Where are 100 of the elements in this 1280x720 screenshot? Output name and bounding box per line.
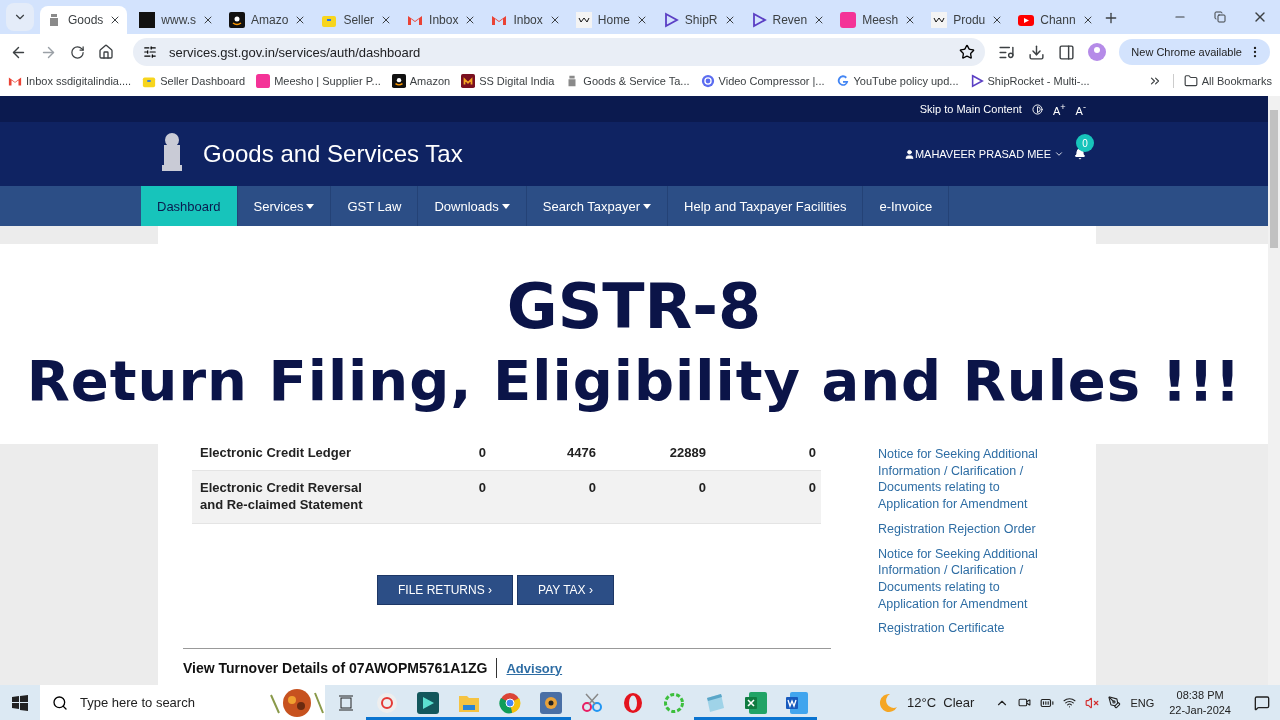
download-button[interactable] <box>1028 43 1046 61</box>
bookmark-link[interactable]: Seller Dashboard <box>142 74 246 88</box>
amazon-icon <box>391 74 406 88</box>
banner-subtitle: Return Filing, Eligibility and Rules !!! <box>26 346 1242 415</box>
reload-button[interactable] <box>70 44 85 60</box>
increase-font-link[interactable]: A$^{+}$ <box>1052 101 1066 117</box>
banner-title: GSTR-8 <box>506 270 762 345</box>
browser-tab[interactable]: Meesh <box>834 6 923 34</box>
bookmark-link[interactable]: ShipRocket - Multi-... <box>969 74 1090 88</box>
browser-tab[interactable]: Goods <box>40 6 128 34</box>
update-button[interactable]: New Chrome available <box>1119 39 1270 65</box>
wifi-icon[interactable] <box>1063 696 1077 709</box>
sync-icon <box>700 74 715 88</box>
site-settings-icon[interactable] <box>143 45 157 59</box>
turnover-heading: View Turnover Details of 07AWOPM5761A1ZG <box>183 660 488 676</box>
action-button[interactable]: FILE RETURNS › <box>377 575 514 605</box>
advisory-link[interactable]: Advisory <box>506 660 563 676</box>
action-button[interactable]: PAY TAX › <box>517 575 614 605</box>
bookmark-link[interactable]: Goods & Service Ta... <box>565 74 690 88</box>
bookmark-link[interactable]: YouTube policy upd... <box>835 74 959 88</box>
scrollbar[interactable] <box>1268 96 1280 685</box>
notice-link[interactable]: Notice for Seeking Additional Information / Clarification / Documents relating to Application for Amendment <box>878 446 1058 513</box>
logo-icon <box>575 12 592 28</box>
avatar-icon[interactable] <box>1088 43 1107 61</box>
g-icon <box>835 74 850 88</box>
browser-tab[interactable]: Inbox <box>485 6 567 34</box>
browser-tab[interactable]: Amazo <box>223 6 313 34</box>
bookmark-link[interactable]: Meesho | Supplier P... <box>256 74 381 88</box>
bookmark-link[interactable]: Inbox ssdigitalindia.... <box>8 74 132 88</box>
ledger-value: 0 <box>807 444 816 461</box>
browser-tab[interactable]: Seller <box>315 6 399 34</box>
taskbar-search-field[interactable]: Type here to search <box>40 685 325 720</box>
logo-icon <box>256 74 271 88</box>
restore-icon <box>1214 11 1226 23</box>
play-icon <box>662 12 679 28</box>
user-menu[interactable]: MAHAVEER PRASAD MEE <box>914 148 1051 160</box>
browser-tab[interactable]: www.s <box>133 6 221 34</box>
caret-icon <box>306 203 315 209</box>
amazon-icon <box>229 12 246 28</box>
app-icon <box>375 691 398 714</box>
notice-link[interactable]: Notice for Seeking Additional Information / Clarification / Documents relating to Application for Amendment <box>878 545 1058 613</box>
caret-icon <box>643 203 652 209</box>
bookmark-link[interactable]: Video Compressor |... <box>700 74 825 88</box>
decrease-font-link[interactable]: A$^{-}$ <box>1075 101 1086 117</box>
bell-icon[interactable] <box>1074 148 1086 160</box>
ledger-name: Electronic Credit Ledger <box>200 444 352 461</box>
all-bookmarks-link[interactable]: All Bookmarks <box>1172 74 1272 88</box>
address-bar[interactable]: services.gst.gov.in/services/auth/dashboard <box>133 38 986 66</box>
spreadsheet-icon <box>744 691 767 714</box>
video-editor-icon <box>416 691 439 714</box>
ledger-value: 0 <box>477 479 486 497</box>
bookmark-star-icon[interactable] <box>959 44 976 60</box>
logo-icon <box>931 12 948 28</box>
side-panel-button[interactable] <box>1058 43 1076 61</box>
browser-tab[interactable]: Inbox <box>401 6 483 34</box>
language-indicator[interactable]: ENG <box>1130 696 1155 709</box>
play-icon <box>969 74 984 88</box>
ledger-value: 0 <box>587 479 596 497</box>
notification-icon[interactable] <box>1254 694 1270 711</box>
notice-link[interactable]: Registration Certificate <box>878 620 1058 638</box>
ledger-name: Electronic Credit Reversal and Re-claimed Statement <box>200 479 364 513</box>
contrast-icon[interactable] <box>1031 103 1043 115</box>
site-title: Goods and Services Tax <box>203 140 464 168</box>
chevron-down-icon[interactable] <box>1054 149 1064 159</box>
folder-icon <box>1183 74 1198 88</box>
ring-icon <box>662 691 685 714</box>
skip-link[interactable]: Skip to Main Content <box>919 103 1022 115</box>
clock[interactable]: 08:38 PM 22-Jan-2024 <box>1169 687 1231 718</box>
notification-count: 0 <box>1076 134 1094 152</box>
browser-tab[interactable]: Reven <box>744 6 832 34</box>
search-icon <box>52 694 68 711</box>
browser-tab[interactable]: Chann <box>1012 6 1100 34</box>
browser-icon <box>498 691 521 714</box>
speaker-icon <box>539 691 562 714</box>
bookmark-link[interactable]: SS Digital India <box>461 74 555 88</box>
ledger-value: 22889 <box>668 444 706 461</box>
ledger-value: 0 <box>697 479 706 497</box>
user-icon <box>903 148 915 160</box>
opera-icon <box>622 691 643 714</box>
ledger-value: 4476 <box>566 444 596 461</box>
nav-item[interactable]: Dashboard <box>141 186 238 226</box>
volume-muted-icon[interactable] <box>1085 695 1100 710</box>
logo-icon <box>139 12 156 28</box>
play-icon <box>750 12 767 28</box>
browser-tab[interactable]: Produ <box>925 6 1010 34</box>
logo-icon <box>461 74 476 88</box>
browser-tab[interactable]: Home <box>569 6 654 34</box>
home-button[interactable] <box>98 44 114 60</box>
logo-icon <box>840 12 857 28</box>
notice-link[interactable]: Registration Rejection Order <box>878 520 1058 538</box>
browser-tab[interactable]: ShipR <box>656 6 742 34</box>
food-bowl-drawing <box>269 686 325 719</box>
pen-icon[interactable] <box>1108 696 1122 709</box>
ledger-value: 0 <box>807 479 816 497</box>
document-icon <box>785 691 808 714</box>
weather-text[interactable]: 12°C Clear <box>907 695 975 710</box>
camera-icon[interactable] <box>1018 696 1032 709</box>
url-text: services.gst.gov.in/services/auth/dashboard <box>169 44 422 60</box>
bookmark-link[interactable]: Amazon <box>391 74 451 88</box>
search-input[interactable]: Type here to search <box>78 694 259 711</box>
